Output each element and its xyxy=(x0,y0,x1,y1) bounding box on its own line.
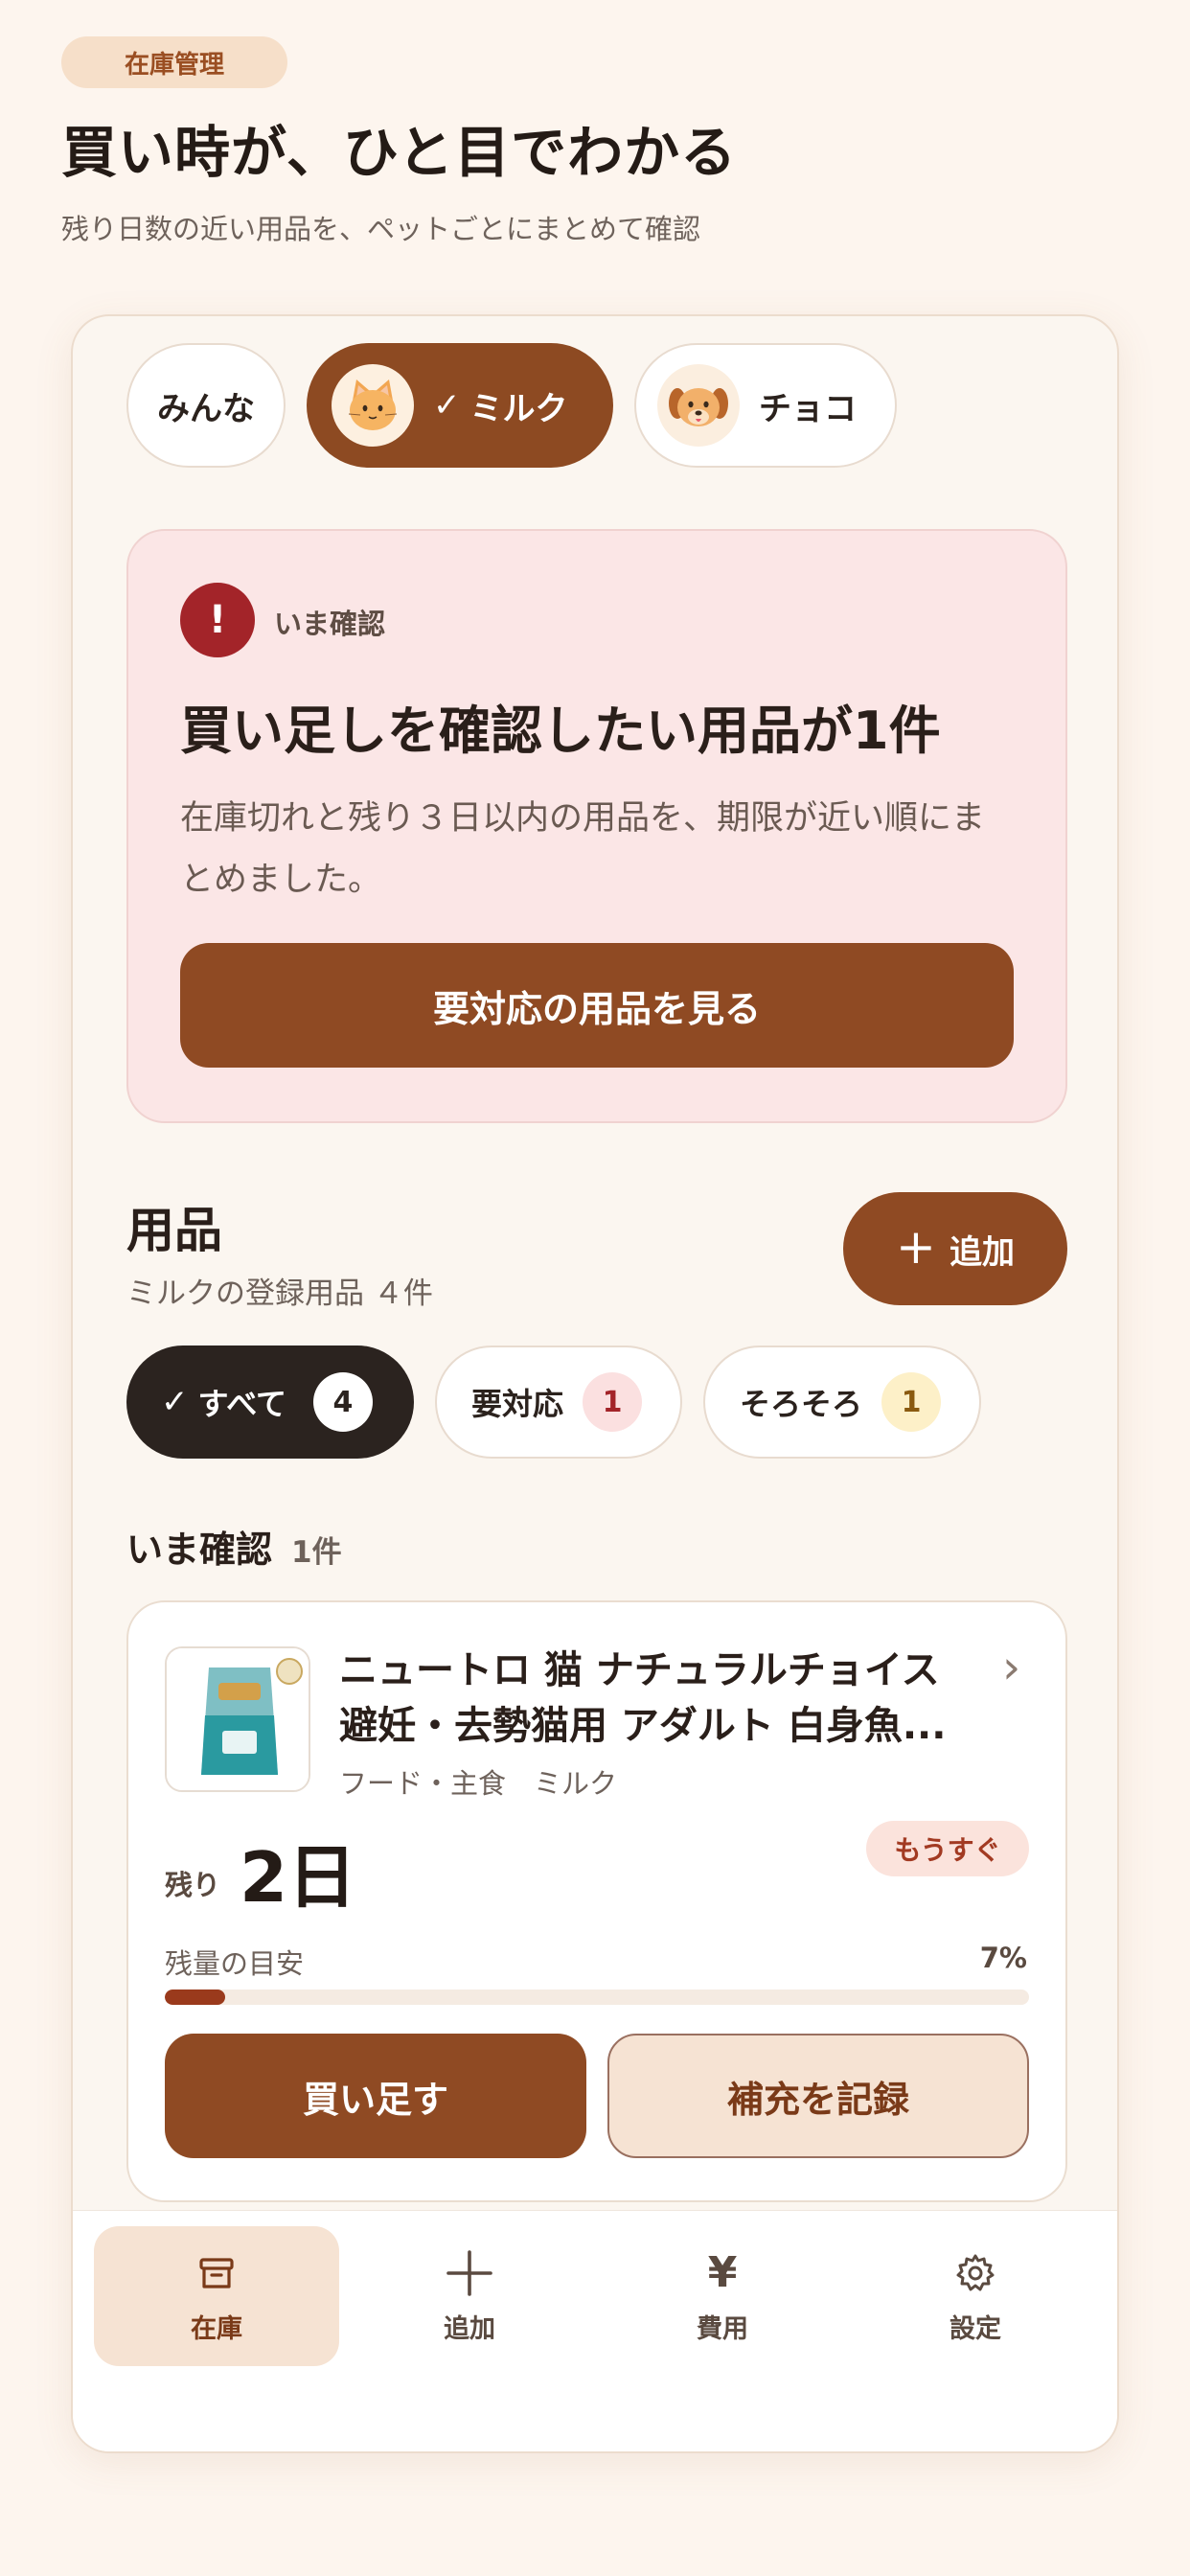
section-badge: 在庫管理 xyxy=(61,36,287,88)
item-card[interactable]: ニュートロ 猫 ナチュラルチョイス 避妊・去勢猫用 アダルト 白身魚... フー… xyxy=(126,1600,1067,2202)
nav-item-costs[interactable]: ¥ 費用 xyxy=(600,2226,845,2366)
buy-button[interactable]: 買い足す xyxy=(165,2034,586,2158)
exclamation-icon: ! xyxy=(180,583,255,657)
pet-tab-choco[interactable]: チョコ xyxy=(634,343,897,468)
chevron-right-icon[interactable]: › xyxy=(1002,1641,1020,1694)
status-badge: もうすぐ xyxy=(866,1821,1029,1876)
remaining-days: 2日 xyxy=(240,1837,357,1918)
box-icon xyxy=(195,2248,238,2298)
pet-tab-label: みんな xyxy=(157,389,255,428)
nav-item-settings[interactable]: 設定 xyxy=(853,2226,1098,2366)
view-urgent-items-button[interactable]: 要対応の用品を見る xyxy=(180,943,1014,1068)
list-heading-label: いま確認 xyxy=(126,1529,273,1571)
plus-icon xyxy=(445,2248,494,2298)
alert-description: 在庫切れと残り３日以内の用品を、期限が近い順にまとめました。 xyxy=(180,799,986,899)
alert-title: 買い足しを確認したい用品が1件 xyxy=(180,701,941,761)
product-image xyxy=(165,1646,310,1792)
yen-icon: ¥ xyxy=(707,2248,738,2297)
pet-tab-label: ミルク xyxy=(469,389,568,428)
pet-tab-label: チョコ xyxy=(759,389,857,428)
filter-count: 4 xyxy=(312,1372,373,1432)
pet-tab-all[interactable]: みんな xyxy=(126,343,286,468)
check-icon: ✓ xyxy=(161,1383,189,1421)
gauge-percent: 7% xyxy=(979,1942,1027,1974)
bottom-nav: 在庫 追加 ¥ 費用 設定 xyxy=(73,2210,1117,2451)
cat-icon xyxy=(332,364,414,447)
page-title: 買い時が、ひと目でわかる xyxy=(61,120,738,185)
item-category: フード・主食 xyxy=(339,1767,507,1800)
filter-chip-soon[interactable]: そろそろ 1 xyxy=(703,1346,981,1459)
nav-label: 費用 xyxy=(697,2313,748,2344)
filter-chip-all[interactable]: ✓ すべて 4 xyxy=(126,1346,414,1459)
alert-card: ! いま確認 買い足しを確認したい用品が1件 在庫切れと残り３日以内の用品を、期… xyxy=(126,529,1067,1123)
filter-label: そろそろ xyxy=(740,1386,863,1422)
item-meta: フード・主食 ミルク xyxy=(339,1761,617,1802)
app-frame: みんな ✓ ミルク チョコ ! いま確認 買い足しを確認したい用品が1件 在庫切… xyxy=(71,314,1119,2453)
nav-label: 在庫 xyxy=(191,2313,242,2344)
list-count: 1件 xyxy=(291,1535,342,1570)
item-pet: ミルク xyxy=(534,1767,618,1800)
stock-gauge-fill xyxy=(165,1990,226,2005)
stock-gauge xyxy=(165,1990,1029,2005)
gear-icon xyxy=(954,2248,996,2298)
gauge-label: 残量の目安 xyxy=(165,1947,305,1980)
page-subtitle: 残り日数の近い用品を、ペットごとにまとめて確認 xyxy=(61,213,701,245)
item-name: ニュートロ 猫 ナチュラルチョイス 避妊・去勢猫用 アダルト 白身魚... xyxy=(339,1648,947,1748)
pet-tab-milk[interactable]: ✓ ミルク xyxy=(307,343,613,468)
filter-chip-urgent[interactable]: 要対応 1 xyxy=(435,1346,682,1459)
nav-label: 設定 xyxy=(950,2313,1001,2344)
filter-count: 1 xyxy=(583,1372,643,1432)
section-title: 用品 xyxy=(126,1203,222,1258)
add-item-button[interactable]: + 追加 xyxy=(843,1192,1067,1305)
list-heading: いま確認 1件 xyxy=(126,1520,342,1573)
add-item-label: 追加 xyxy=(949,1232,1015,1272)
section-subtitle: ミルクの登録用品 ４件 xyxy=(126,1276,433,1311)
nav-label: 追加 xyxy=(444,2313,495,2344)
record-refill-button[interactable]: 補充を記録 xyxy=(607,2034,1029,2158)
remaining-label: 残り xyxy=(165,1869,221,1901)
filter-label: 要対応 xyxy=(471,1386,564,1422)
plus-icon: + xyxy=(896,1219,936,1275)
alert-tag: いま確認 xyxy=(274,608,386,640)
nav-item-add[interactable]: 追加 xyxy=(347,2226,592,2366)
dog-icon xyxy=(657,364,740,447)
nav-item-stock[interactable]: 在庫 xyxy=(94,2226,339,2366)
check-icon: ✓ xyxy=(433,386,461,425)
filter-label: すべて xyxy=(197,1386,286,1422)
filter-count: 1 xyxy=(881,1372,942,1432)
